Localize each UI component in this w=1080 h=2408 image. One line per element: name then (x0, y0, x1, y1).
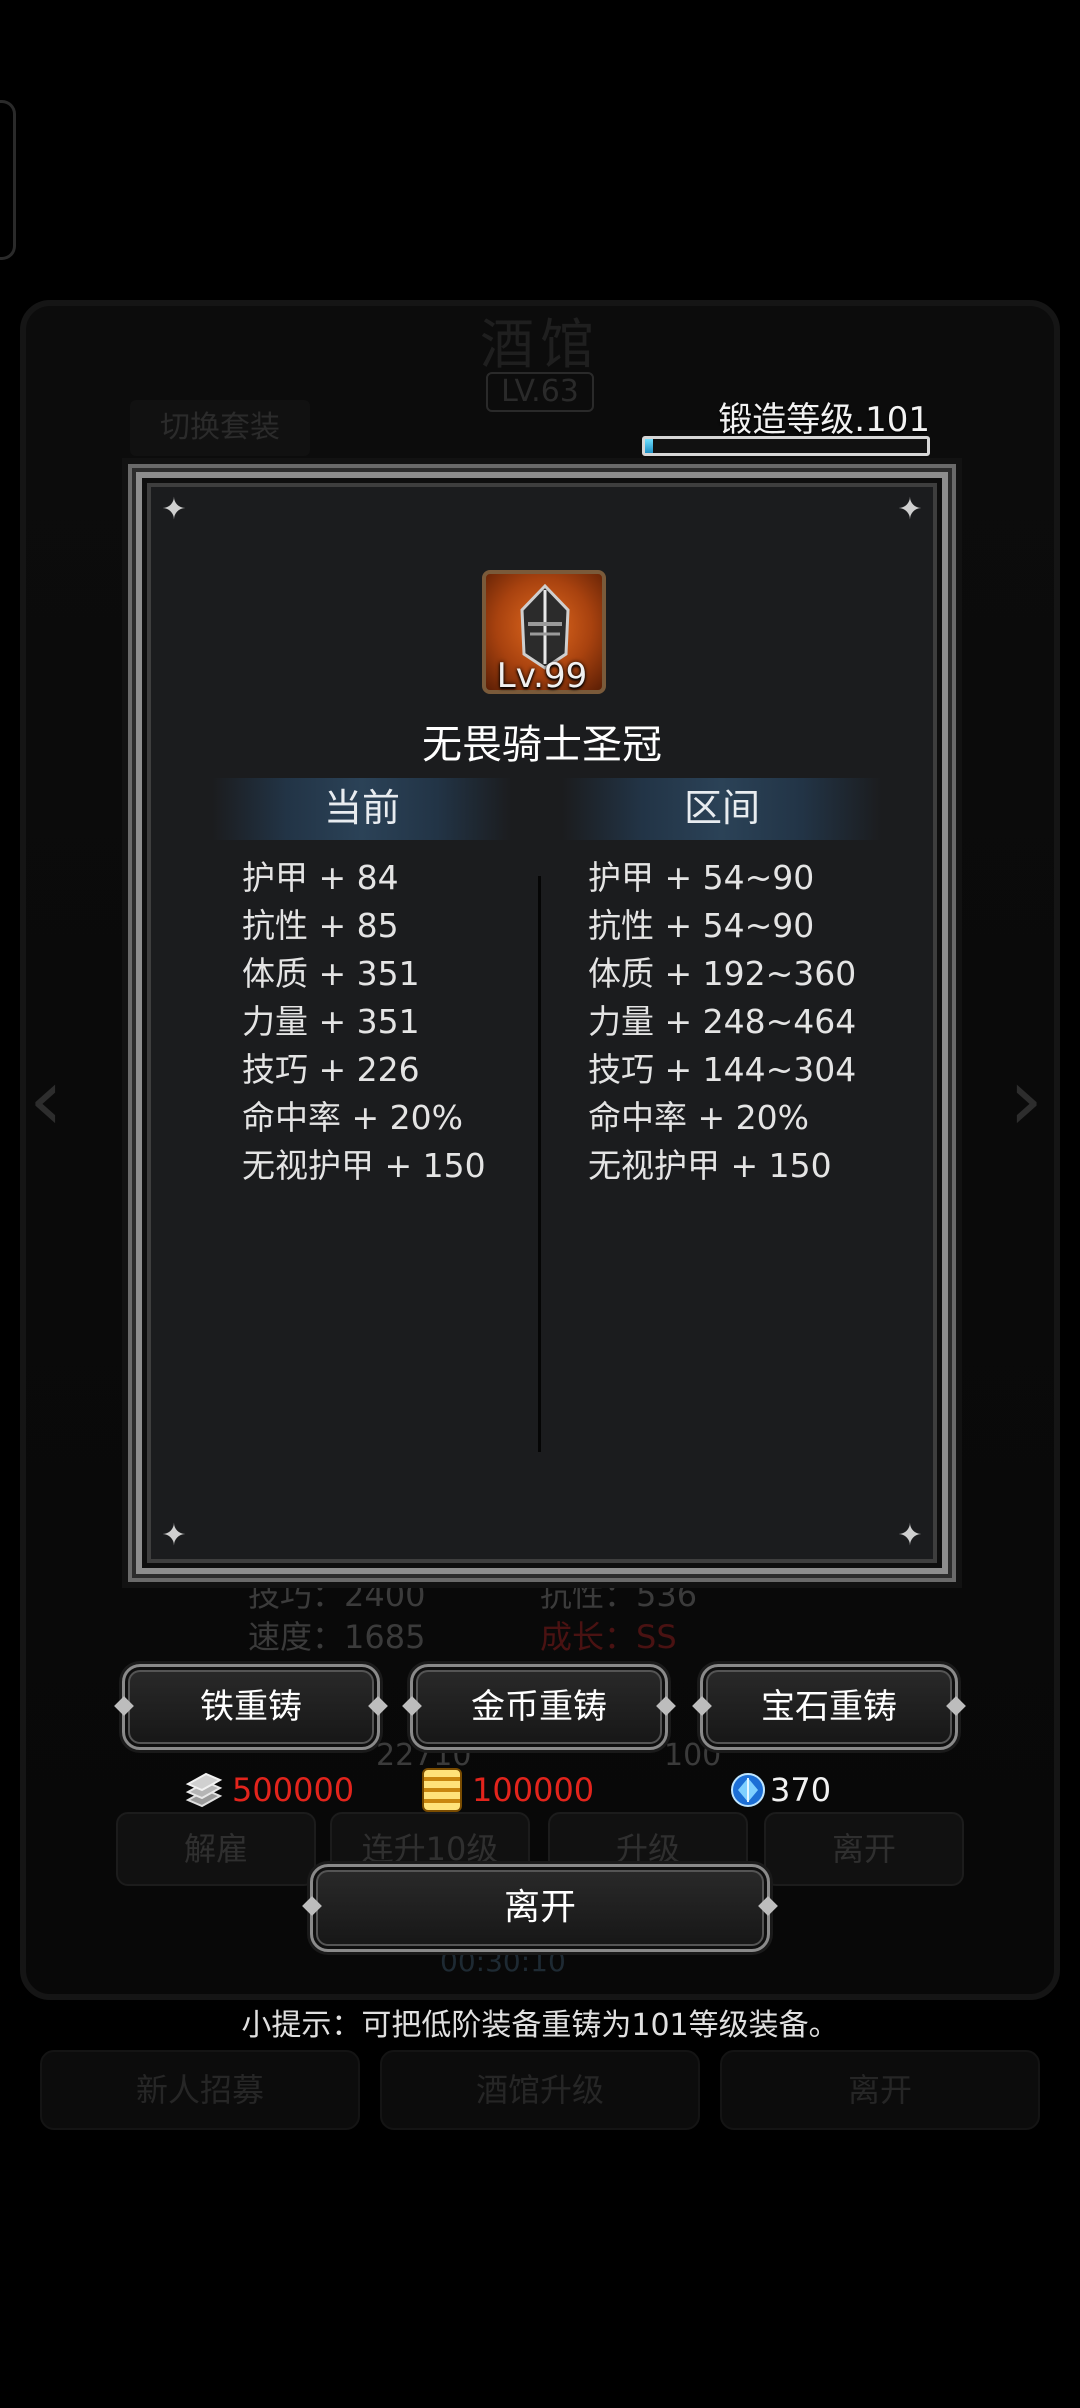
corner-star-icon: ✦ (161, 492, 187, 527)
gold-cost-value: 100000 (472, 1771, 595, 1809)
current-stat-constitution: 体质 + 351 (242, 954, 420, 993)
gold-cost: 100000 (422, 1760, 594, 1820)
reforge-dialog: ✦ ✦ ✦ ✦ Lv.99 无畏骑士圣冠 当前 区间 护甲 + 84 抗性 + … (136, 472, 948, 1574)
bg-recruit-button: 新人招募 (40, 2050, 360, 2130)
bg-stat-growth: 成长：SS (540, 1618, 677, 1656)
gem-cost: 370 (730, 1760, 831, 1820)
bg-fire-button: 解雇 (116, 1812, 316, 1886)
item-level: Lv.99 (496, 656, 588, 696)
cost-row: 500000 100000 370 (160, 1760, 960, 1820)
range-stat-hit-rate: 命中率 + 20% (588, 1098, 809, 1137)
range-stat-constitution: 体质 + 192~360 (588, 954, 857, 993)
column-divider (538, 876, 541, 1452)
leave-button[interactable]: 离开 (310, 1864, 770, 1952)
blue-gem-icon (731, 1773, 765, 1807)
corner-star-icon: ✦ (897, 1518, 923, 1553)
current-stat-strength: 力量 + 351 (242, 1002, 420, 1041)
range-stat-strength: 力量 + 248~464 (588, 1002, 857, 1041)
gem-reforge-button[interactable]: 宝石重铸 (700, 1664, 958, 1750)
iron-reforge-button[interactable]: 铁重铸 (122, 1664, 380, 1750)
next-arrow-icon: › (1008, 1050, 1044, 1150)
switch-outfit-button: 切换套装 (130, 400, 310, 456)
forge-progress-fill (645, 439, 654, 453)
current-stat-armor: 护甲 + 84 (242, 858, 399, 897)
range-stat-skill: 技巧 + 144~304 (588, 1050, 857, 1089)
bg-stat-resistance: 抗性：536 (540, 1576, 698, 1614)
range-stats-list: 护甲 + 54~90 抗性 + 54~90 体质 + 192~360 力量 + … (588, 854, 856, 1190)
corner-star-icon: ✦ (161, 1518, 187, 1553)
current-stat-ignore-armor: 无视护甲 + 150 (242, 1146, 486, 1185)
hint-text: 小提示：可把低阶装备重铸为101等级装备。 (241, 2008, 839, 2043)
gem-cost-value: 370 (770, 1771, 832, 1809)
bg-stat-skill: 技巧：2400 (248, 1576, 426, 1614)
iron-cost: 500000 (184, 1760, 354, 1820)
side-tab (0, 100, 16, 260)
gold-reforge-button[interactable]: 金币重铸 (410, 1664, 668, 1750)
bg-leave-button: 离开 (764, 1812, 964, 1886)
current-stats-list: 护甲 + 84 抗性 + 85 体质 + 351 力量 + 351 技巧 + 2… (242, 854, 486, 1190)
corner-star-icon: ✦ (897, 492, 923, 527)
range-stat-ignore-armor: 无视护甲 + 150 (588, 1146, 832, 1185)
iron-cost-value: 500000 (232, 1771, 355, 1809)
range-stat-resistance: 抗性 + 54~90 (588, 906, 815, 945)
current-stat-skill: 技巧 + 226 (242, 1050, 420, 1089)
bg-tavern-upgrade-button: 酒馆升级 (380, 2050, 700, 2130)
bg-stat-speed: 速度：1685 (248, 1618, 426, 1656)
current-header: 当前 (212, 778, 512, 840)
range-header: 区间 (562, 778, 882, 840)
prev-arrow-icon: ‹ (28, 1050, 64, 1150)
bg-bottom-leave-button: 离开 (720, 2050, 1040, 2130)
current-stat-hit-rate: 命中率 + 20% (242, 1098, 463, 1137)
forge-level-label: 锻造等级.101 (718, 400, 930, 440)
forge-progress-bar (642, 436, 930, 456)
current-stat-resistance: 抗性 + 85 (242, 906, 399, 945)
tavern-title: 酒馆 (480, 313, 600, 376)
gold-coins-icon (422, 1768, 462, 1812)
range-stat-armor: 护甲 + 54~90 (588, 858, 815, 897)
item-name: 无畏骑士圣冠 (422, 722, 662, 768)
tavern-level: LV.63 (486, 372, 594, 412)
iron-ingot-icon (185, 1772, 223, 1808)
